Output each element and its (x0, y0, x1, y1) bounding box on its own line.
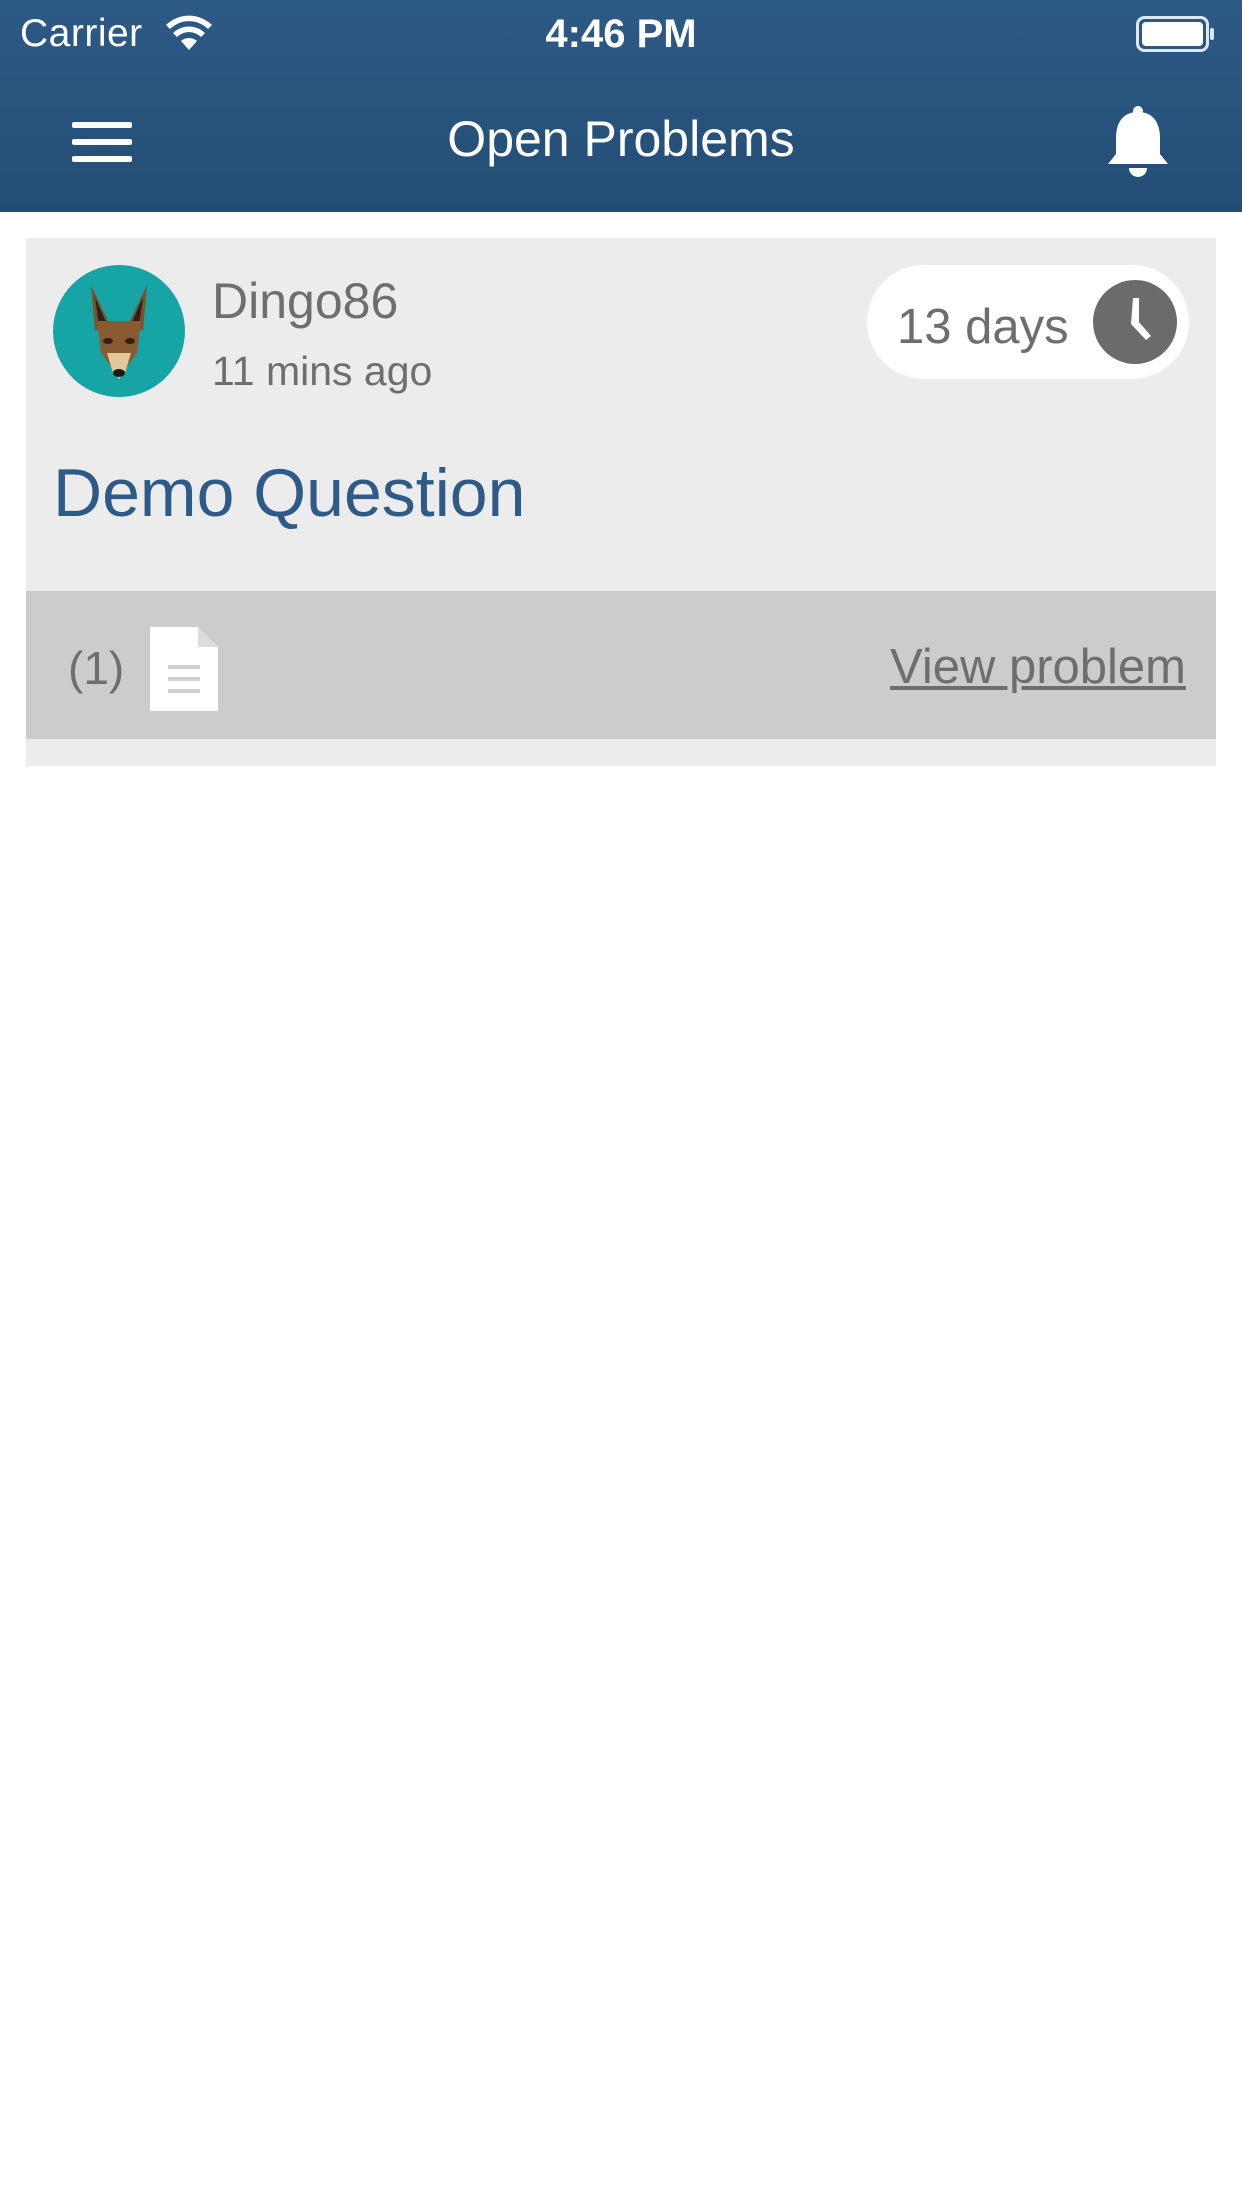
status-bar: Carrier 4:46 PM (0, 0, 1242, 66)
document-icon (150, 627, 218, 711)
problem-title[interactable]: Demo Question (53, 454, 525, 532)
time-remaining-badge: 13 days (867, 265, 1189, 379)
page-title: Open Problems (447, 111, 795, 167)
problem-card-footer: (1) View problem (26, 591, 1216, 739)
view-problem-link[interactable]: View problem (890, 639, 1186, 695)
problem-card[interactable]: Dingo86 11 mins ago 13 days Demo Questio… (26, 238, 1216, 766)
time-remaining-label: 13 days (897, 300, 1069, 354)
dingo-avatar (53, 265, 185, 397)
battery-full-icon (1136, 16, 1214, 52)
author-username[interactable]: Dingo86 (212, 272, 398, 330)
nav-bar: Open Problems (0, 66, 1242, 212)
app-header: Carrier 4:46 PM Open Problems (0, 0, 1242, 212)
posted-time: 11 mins ago (212, 348, 433, 394)
bell-icon[interactable] (1104, 104, 1172, 180)
status-time: 4:46 PM (545, 12, 697, 56)
clock-icon (1093, 280, 1177, 364)
attachment-count: (1) (68, 642, 125, 694)
dingo-icon (91, 285, 147, 379)
